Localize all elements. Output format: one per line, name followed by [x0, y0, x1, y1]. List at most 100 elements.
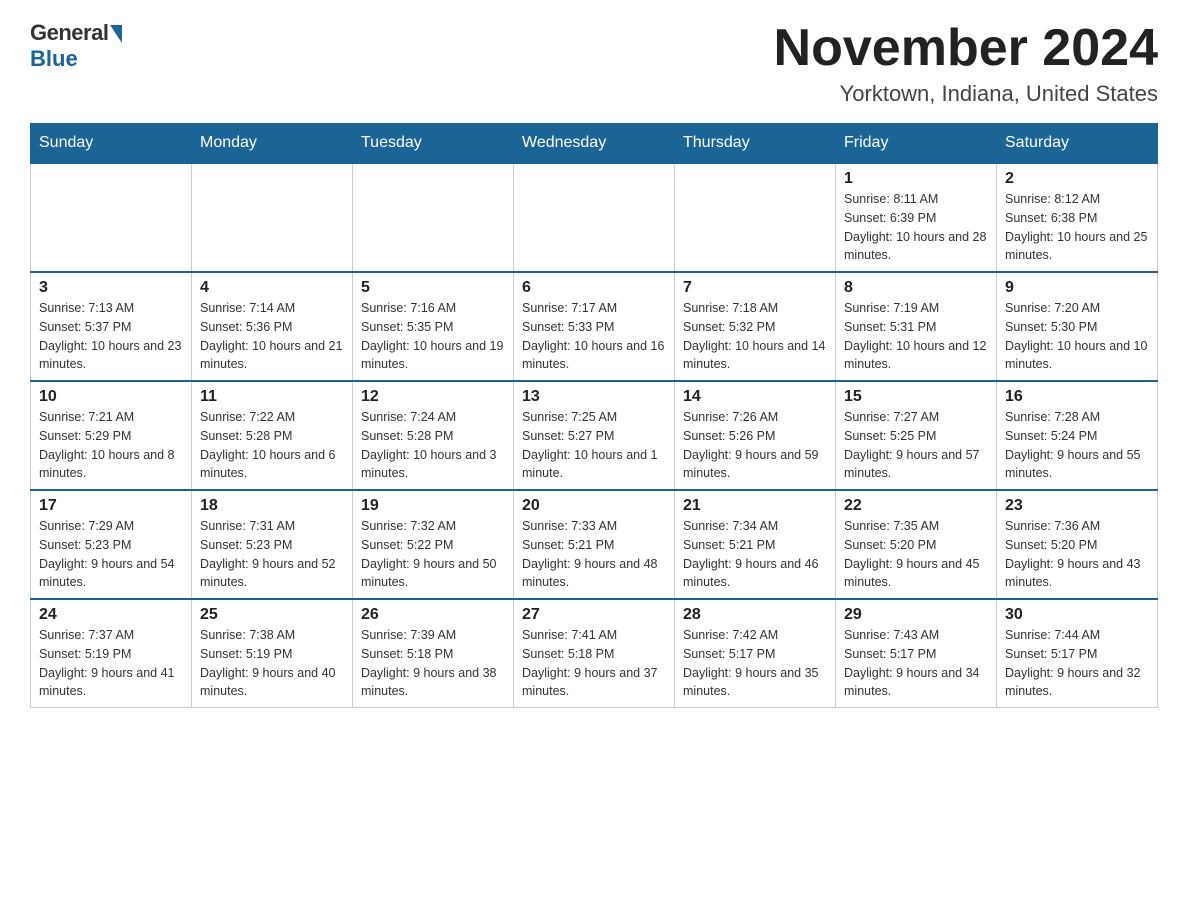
- location-subtitle: Yorktown, Indiana, United States: [774, 81, 1158, 107]
- day-number: 1: [844, 170, 988, 188]
- day-number: 27: [522, 606, 666, 624]
- day-info-text: Sunrise: 7:28 AM Sunset: 5:24 PM Dayligh…: [1005, 408, 1149, 483]
- day-info-text: Sunrise: 7:37 AM Sunset: 5:19 PM Dayligh…: [39, 626, 183, 701]
- day-info-text: Sunrise: 7:19 AM Sunset: 5:31 PM Dayligh…: [844, 299, 988, 374]
- calendar-day-cell: 1 Sunrise: 8:11 AM Sunset: 6:39 PM Daylig…: [836, 163, 997, 272]
- calendar-day-cell: [192, 163, 353, 272]
- day-number: 22: [844, 497, 988, 515]
- calendar-day-cell: 6Sunrise: 7:17 AM Sunset: 5:33 PM Daylig…: [514, 272, 675, 381]
- calendar-day-cell: 24 Sunrise: 7:37 AM Sunset: 5:19 PM Dayli…: [31, 599, 192, 708]
- calendar-day-cell: 10 Sunrise: 7:21 AM Sunset: 5:29 PM Dayli…: [31, 381, 192, 490]
- day-info-text: Sunrise: 7:20 AM Sunset: 5:30 PM Dayligh…: [1005, 299, 1149, 374]
- day-of-week-header: Monday: [192, 124, 353, 164]
- day-number: 18: [200, 497, 344, 515]
- calendar-day-cell: 4 Sunrise: 7:14 AM Sunset: 5:36 PM Daylig…: [192, 272, 353, 381]
- day-info-text: Sunrise: 7:27 AM Sunset: 5:25 PM Dayligh…: [844, 408, 988, 483]
- day-number: 21: [683, 497, 827, 515]
- calendar-day-cell: [675, 163, 836, 272]
- day-number: 24: [39, 606, 183, 624]
- page-header: General Blue November 2024 Yorktown, Ind…: [30, 20, 1158, 107]
- day-number: 14: [683, 388, 827, 406]
- calendar-week-row: 17 Sunrise: 7:29 AM Sunset: 5:23 PM Dayli…: [31, 490, 1158, 599]
- day-of-week-header: Sunday: [31, 124, 192, 164]
- calendar-day-cell: 23Sunrise: 7:36 AM Sunset: 5:20 PM Dayli…: [997, 490, 1158, 599]
- calendar-week-row: 3 Sunrise: 7:13 AM Sunset: 5:37 PM Daylig…: [31, 272, 1158, 381]
- title-block: November 2024 Yorktown, Indiana, United …: [774, 20, 1158, 107]
- calendar-day-cell: 19Sunrise: 7:32 AM Sunset: 5:22 PM Dayli…: [353, 490, 514, 599]
- day-info-text: Sunrise: 7:16 AM Sunset: 5:35 PM Dayligh…: [361, 299, 505, 374]
- day-of-week-header: Tuesday: [353, 124, 514, 164]
- day-number: 16: [1005, 388, 1149, 406]
- logo-general-text: General: [30, 20, 108, 46]
- calendar-day-cell: 7 Sunrise: 7:18 AM Sunset: 5:32 PM Daylig…: [675, 272, 836, 381]
- day-of-week-header: Saturday: [997, 124, 1158, 164]
- day-info-text: Sunrise: 7:18 AM Sunset: 5:32 PM Dayligh…: [683, 299, 827, 374]
- calendar-day-cell: 13 Sunrise: 7:25 AM Sunset: 5:27 PM Dayli…: [514, 381, 675, 490]
- calendar-day-cell: 22Sunrise: 7:35 AM Sunset: 5:20 PM Dayli…: [836, 490, 997, 599]
- day-number: 19: [361, 497, 505, 515]
- calendar-day-cell: 20Sunrise: 7:33 AM Sunset: 5:21 PM Dayli…: [514, 490, 675, 599]
- day-info-text: Sunrise: 7:31 AM Sunset: 5:23 PM Dayligh…: [200, 517, 344, 592]
- calendar-day-cell: [353, 163, 514, 272]
- calendar-day-cell: 14 Sunrise: 7:26 AM Sunset: 5:26 PM Dayli…: [675, 381, 836, 490]
- calendar-day-cell: 18 Sunrise: 7:31 AM Sunset: 5:23 PM Dayli…: [192, 490, 353, 599]
- day-number: 2: [1005, 170, 1149, 188]
- day-number: 7: [683, 279, 827, 297]
- logo: General Blue: [30, 20, 122, 72]
- day-number: 9: [1005, 279, 1149, 297]
- calendar-day-cell: 11 Sunrise: 7:22 AM Sunset: 5:28 PM Dayli…: [192, 381, 353, 490]
- day-number: 8: [844, 279, 988, 297]
- day-info-text: Sunrise: 7:42 AM Sunset: 5:17 PM Dayligh…: [683, 626, 827, 701]
- calendar-day-cell: 21 Sunrise: 7:34 AM Sunset: 5:21 PM Dayli…: [675, 490, 836, 599]
- day-info-text: Sunrise: 7:44 AM Sunset: 5:17 PM Dayligh…: [1005, 626, 1149, 701]
- calendar-day-cell: 26 Sunrise: 7:39 AM Sunset: 5:18 PM Dayli…: [353, 599, 514, 708]
- day-number: 12: [361, 388, 505, 406]
- month-year-title: November 2024: [774, 20, 1158, 77]
- calendar-week-row: 24 Sunrise: 7:37 AM Sunset: 5:19 PM Dayli…: [31, 599, 1158, 708]
- day-info-text: Sunrise: 8:12 AM Sunset: 6:38 PM Dayligh…: [1005, 190, 1149, 265]
- day-number: 17: [39, 497, 183, 515]
- day-info-text: Sunrise: 7:38 AM Sunset: 5:19 PM Dayligh…: [200, 626, 344, 701]
- calendar-day-cell: 2 Sunrise: 8:12 AM Sunset: 6:38 PM Daylig…: [997, 163, 1158, 272]
- day-number: 10: [39, 388, 183, 406]
- calendar-day-cell: 17 Sunrise: 7:29 AM Sunset: 5:23 PM Dayli…: [31, 490, 192, 599]
- day-number: 23: [1005, 497, 1149, 515]
- day-info-text: Sunrise: 8:11 AM Sunset: 6:39 PM Dayligh…: [844, 190, 988, 265]
- calendar-day-cell: 8 Sunrise: 7:19 AM Sunset: 5:31 PM Daylig…: [836, 272, 997, 381]
- calendar-week-row: 1 Sunrise: 8:11 AM Sunset: 6:39 PM Daylig…: [31, 163, 1158, 272]
- logo-blue-text: Blue: [30, 46, 78, 72]
- calendar-day-cell: 30 Sunrise: 7:44 AM Sunset: 5:17 PM Dayli…: [997, 599, 1158, 708]
- day-number: 20: [522, 497, 666, 515]
- day-info-text: Sunrise: 7:29 AM Sunset: 5:23 PM Dayligh…: [39, 517, 183, 592]
- calendar-day-cell: 5Sunrise: 7:16 AM Sunset: 5:35 PM Daylig…: [353, 272, 514, 381]
- day-info-text: Sunrise: 7:22 AM Sunset: 5:28 PM Dayligh…: [200, 408, 344, 483]
- day-info-text: Sunrise: 7:25 AM Sunset: 5:27 PM Dayligh…: [522, 408, 666, 483]
- calendar-day-cell: 15Sunrise: 7:27 AM Sunset: 5:25 PM Dayli…: [836, 381, 997, 490]
- calendar-table: SundayMondayTuesdayWednesdayThursdayFrid…: [30, 123, 1158, 708]
- calendar-header-row: SundayMondayTuesdayWednesdayThursdayFrid…: [31, 124, 1158, 164]
- calendar-day-cell: [514, 163, 675, 272]
- day-info-text: Sunrise: 7:34 AM Sunset: 5:21 PM Dayligh…: [683, 517, 827, 592]
- day-number: 25: [200, 606, 344, 624]
- day-of-week-header: Wednesday: [514, 124, 675, 164]
- day-number: 28: [683, 606, 827, 624]
- day-of-week-header: Thursday: [675, 124, 836, 164]
- day-number: 30: [1005, 606, 1149, 624]
- day-info-text: Sunrise: 7:21 AM Sunset: 5:29 PM Dayligh…: [39, 408, 183, 483]
- day-info-text: Sunrise: 7:39 AM Sunset: 5:18 PM Dayligh…: [361, 626, 505, 701]
- calendar-day-cell: 27Sunrise: 7:41 AM Sunset: 5:18 PM Dayli…: [514, 599, 675, 708]
- calendar-day-cell: 3 Sunrise: 7:13 AM Sunset: 5:37 PM Daylig…: [31, 272, 192, 381]
- logo-arrow-icon: [110, 25, 122, 43]
- day-number: 3: [39, 279, 183, 297]
- day-number: 29: [844, 606, 988, 624]
- day-number: 26: [361, 606, 505, 624]
- day-info-text: Sunrise: 7:43 AM Sunset: 5:17 PM Dayligh…: [844, 626, 988, 701]
- day-info-text: Sunrise: 7:14 AM Sunset: 5:36 PM Dayligh…: [200, 299, 344, 374]
- day-number: 11: [200, 388, 344, 406]
- day-info-text: Sunrise: 7:24 AM Sunset: 5:28 PM Dayligh…: [361, 408, 505, 483]
- day-info-text: Sunrise: 7:26 AM Sunset: 5:26 PM Dayligh…: [683, 408, 827, 483]
- day-number: 4: [200, 279, 344, 297]
- calendar-day-cell: 9 Sunrise: 7:20 AM Sunset: 5:30 PM Daylig…: [997, 272, 1158, 381]
- day-number: 13: [522, 388, 666, 406]
- day-info-text: Sunrise: 7:13 AM Sunset: 5:37 PM Dayligh…: [39, 299, 183, 374]
